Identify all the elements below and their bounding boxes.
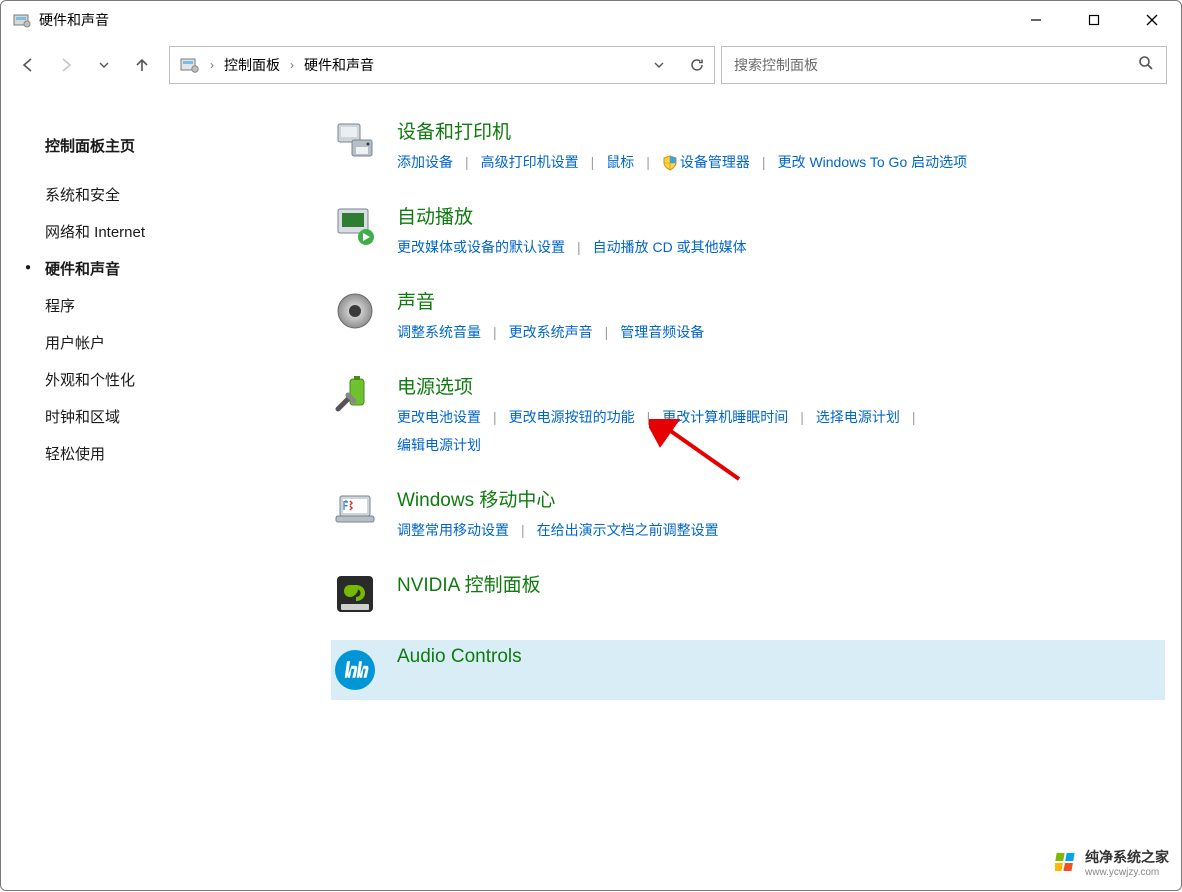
sidebar-item-user-accounts[interactable]: 用户帐户 [45,324,281,361]
chevron-right-icon[interactable]: › [208,58,216,72]
link-edit-plan[interactable]: 编辑电源计划 [397,433,481,457]
minimize-button[interactable] [1007,1,1065,39]
sidebar-item-clock-region[interactable]: 时钟和区域 [45,398,281,435]
category-title[interactable]: 设备和打印机 [397,117,1159,144]
sidebar-item-programs[interactable]: 程序 [45,287,281,324]
search-input[interactable] [734,57,1138,73]
category-power-options: 电源选项 更改电池设置| 更改电源按钮的功能| 更改计算机睡眠时间| 选择电源计… [331,366,1165,463]
shield-icon [662,155,678,171]
autoplay-icon [331,202,379,250]
breadcrumb-root[interactable]: 控制面板 [224,55,280,75]
link-autoplay-cd[interactable]: 自动播放 CD 或其他媒体 [593,235,747,259]
watermark: 纯净系统之家 www.ycwjzy.com [1055,847,1169,878]
mobility-center-icon [331,485,379,533]
forward-button[interactable] [53,52,79,78]
hp-icon [331,646,379,694]
window-controls [1007,1,1181,39]
link-windows-to-go[interactable]: 更改 Windows To Go 启动选项 [778,150,968,174]
category-title[interactable]: Windows 移动中心 [397,485,1159,512]
link-manage-audio[interactable]: 管理音频设备 [620,320,704,344]
sidebar-item-ease-of-access[interactable]: 轻松使用 [45,435,281,472]
recent-dropdown-button[interactable] [91,52,117,78]
sidebar-item-hardware-sound[interactable]: 硬件和声音 [45,250,281,287]
refresh-button[interactable] [686,54,708,76]
category-mobility-center: Windows 移动中心 调整常用移动设置| 在给出演示文档之前调整设置 [331,479,1165,548]
address-dropdown-button[interactable] [648,54,670,76]
category-title[interactable]: 声音 [397,287,1159,314]
sidebar-item-appearance[interactable]: 外观和个性化 [45,361,281,398]
breadcrumb-root-icon [180,56,200,74]
link-adjust-mobile[interactable]: 调整常用移动设置 [397,518,509,542]
category-title[interactable]: 自动播放 [397,202,1159,229]
breadcrumb-current[interactable]: 硬件和声音 [304,55,374,75]
body-area: 控制面板主页 系统和安全 网络和 Internet 硬件和声音 程序 用户帐户 … [1,91,1181,892]
power-icon [331,372,379,420]
watermark-url: www.ycwjzy.com [1085,867,1169,878]
link-device-manager[interactable]: 🛡 设备管理器设备管理器 [662,150,750,174]
category-audio-controls[interactable]: Audio Controls [331,640,1165,700]
watermark-logo-icon [1055,851,1079,875]
window-title: 硬件和声音 [39,10,109,30]
nav-row: › 控制面板 › 硬件和声音 [1,39,1181,91]
up-button[interactable] [129,52,155,78]
search-icon[interactable] [1138,55,1154,76]
link-add-device[interactable]: 添加设备 [397,150,453,174]
sidebar-item-home[interactable]: 控制面板主页 [45,127,281,164]
category-devices-printers: 设备和打印机 添加设备| 高级打印机设置| 鼠标| 🛡 设备管理器设备管理器| … [331,111,1165,180]
link-mouse[interactable]: 鼠标 [606,150,634,174]
content-pane: 设备和打印机 添加设备| 高级打印机设置| 鼠标| 🛡 设备管理器设备管理器| … [301,91,1181,892]
back-button[interactable] [15,52,41,78]
chevron-right-icon[interactable]: › [288,58,296,72]
category-title[interactable]: Audio Controls [397,646,1159,668]
category-title[interactable]: 电源选项 [397,372,1159,399]
link-change-media-defaults[interactable]: 更改媒体或设备的默认设置 [397,235,565,259]
maximize-button[interactable] [1065,1,1123,39]
link-power-button[interactable]: 更改电源按钮的功能 [509,405,635,429]
devices-printers-icon [331,117,379,165]
category-autoplay: 自动播放 更改媒体或设备的默认设置| 自动播放 CD 或其他媒体 [331,196,1165,265]
sidebar-item-network-internet[interactable]: 网络和 Internet [45,213,281,250]
category-sound: 声音 调整系统音量| 更改系统声音| 管理音频设备 [331,281,1165,350]
search-bar[interactable] [721,46,1167,84]
link-advanced-printer[interactable]: 高级打印机设置 [481,150,579,174]
sound-icon [331,287,379,335]
watermark-text: 纯净系统之家 [1085,849,1169,865]
link-battery-settings[interactable]: 更改电池设置 [397,405,481,429]
address-bar[interactable]: › 控制面板 › 硬件和声音 [169,46,715,84]
category-nvidia[interactable]: NVIDIA 控制面板 [331,564,1165,624]
nvidia-icon [331,570,379,618]
link-presentation-settings[interactable]: 在给出演示文档之前调整设置 [537,518,719,542]
sidebar-item-system-security[interactable]: 系统和安全 [45,176,281,213]
link-adjust-volume[interactable]: 调整系统音量 [397,320,481,344]
link-sleep-time[interactable]: 更改计算机睡眠时间 [662,405,788,429]
control-panel-icon [13,11,31,29]
close-button[interactable] [1123,1,1181,39]
category-title[interactable]: NVIDIA 控制面板 [397,570,1159,597]
titlebar: 硬件和声音 [1,1,1181,39]
link-choose-plan[interactable]: 选择电源计划 [816,405,900,429]
sidebar: 控制面板主页 系统和安全 网络和 Internet 硬件和声音 程序 用户帐户 … [1,91,301,892]
link-change-sounds[interactable]: 更改系统声音 [509,320,593,344]
